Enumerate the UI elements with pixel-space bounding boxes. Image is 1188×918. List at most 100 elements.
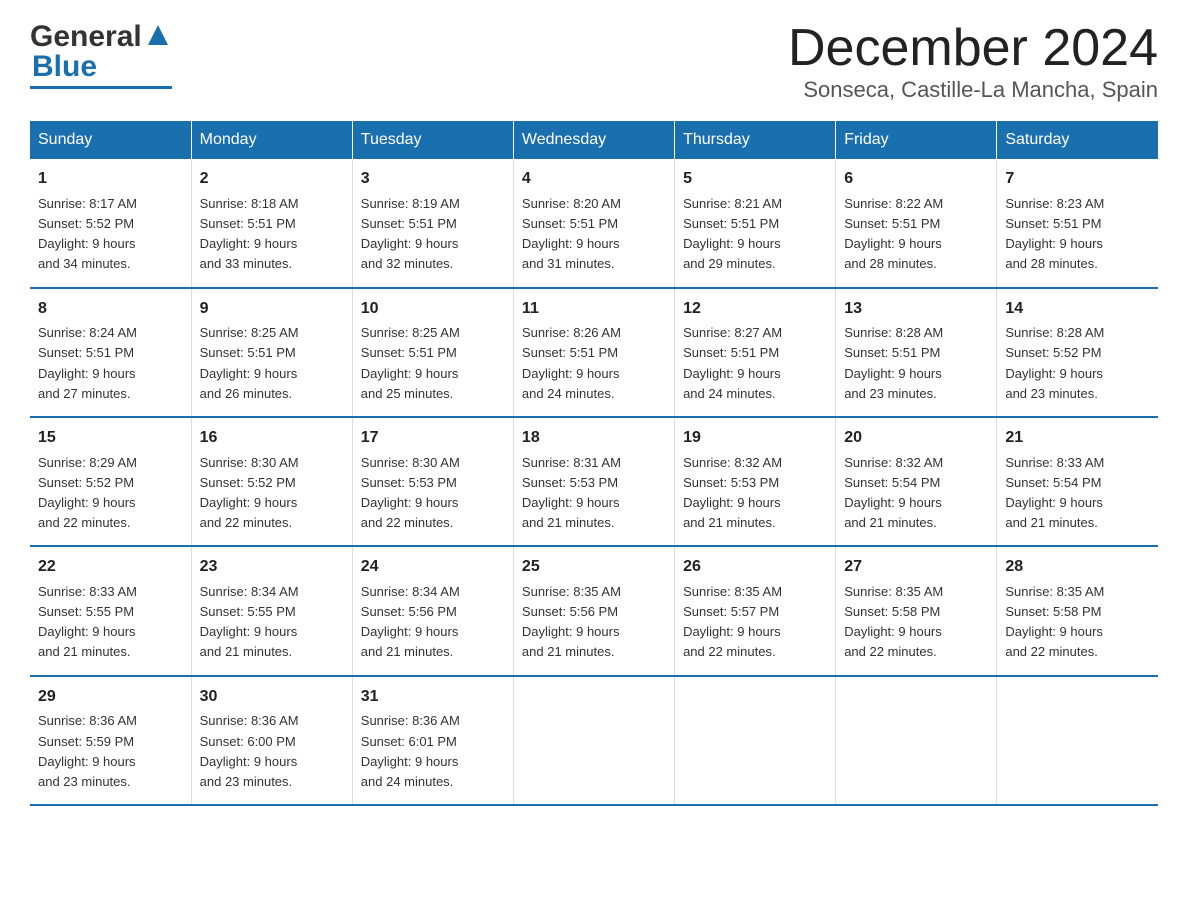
day-info: Sunrise: 8:22 AMSunset: 5:51 PMDaylight:… (844, 196, 943, 271)
page-header: General Blue December 2024 Sonseca, Cast… (30, 20, 1158, 103)
day-info: Sunrise: 8:17 AMSunset: 5:52 PMDaylight:… (38, 196, 137, 271)
location-title: Sonseca, Castille-La Mancha, Spain (788, 77, 1158, 103)
calendar-cell: 4 Sunrise: 8:20 AMSunset: 5:51 PMDaylight… (513, 159, 674, 287)
day-number: 22 (38, 555, 183, 580)
day-number: 30 (200, 685, 344, 710)
calendar-cell: 1 Sunrise: 8:17 AMSunset: 5:52 PMDaylight… (30, 159, 191, 287)
day-info: Sunrise: 8:31 AMSunset: 5:53 PMDaylight:… (522, 455, 621, 530)
day-number: 19 (683, 426, 827, 451)
logo-blue: Blue (32, 50, 97, 84)
day-info: Sunrise: 8:19 AMSunset: 5:51 PMDaylight:… (361, 196, 460, 271)
calendar-cell (836, 676, 997, 805)
calendar-table: SundayMondayTuesdayWednesdayThursdayFrid… (30, 121, 1158, 806)
day-info: Sunrise: 8:36 AMSunset: 6:01 PMDaylight:… (361, 713, 460, 788)
calendar-cell: 19 Sunrise: 8:32 AMSunset: 5:53 PMDayligh… (675, 417, 836, 546)
day-number: 13 (844, 297, 988, 322)
day-number: 5 (683, 167, 827, 192)
day-info: Sunrise: 8:30 AMSunset: 5:53 PMDaylight:… (361, 455, 460, 530)
calendar-cell: 6 Sunrise: 8:22 AMSunset: 5:51 PMDaylight… (836, 159, 997, 287)
day-number: 16 (200, 426, 344, 451)
calendar-cell: 28 Sunrise: 8:35 AMSunset: 5:58 PMDayligh… (997, 546, 1158, 675)
day-number: 26 (683, 555, 827, 580)
calendar-cell: 20Sunrise: 8:32 AMSunset: 5:54 PMDayligh… (836, 417, 997, 546)
calendar-cell: 29 Sunrise: 8:36 AMSunset: 5:59 PMDayligh… (30, 676, 191, 805)
day-number: 6 (844, 167, 988, 192)
day-number: 28 (1005, 555, 1150, 580)
day-info: Sunrise: 8:34 AMSunset: 5:55 PMDaylight:… (200, 584, 299, 659)
day-info: Sunrise: 8:35 AMSunset: 5:56 PMDaylight:… (522, 584, 621, 659)
day-number: 23 (200, 555, 344, 580)
day-info: Sunrise: 8:25 AMSunset: 5:51 PMDaylight:… (361, 325, 460, 400)
calendar-cell (675, 676, 836, 805)
calendar-week-row: 22 Sunrise: 8:33 AMSunset: 5:55 PMDayligh… (30, 546, 1158, 675)
day-number: 8 (38, 297, 183, 322)
day-info: Sunrise: 8:28 AMSunset: 5:52 PMDaylight:… (1005, 325, 1104, 400)
calendar-cell: 31 Sunrise: 8:36 AMSunset: 6:01 PMDayligh… (352, 676, 513, 805)
calendar-week-row: 15Sunrise: 8:29 AMSunset: 5:52 PMDayligh… (30, 417, 1158, 546)
day-info: Sunrise: 8:24 AMSunset: 5:51 PMDaylight:… (38, 325, 137, 400)
day-info: Sunrise: 8:28 AMSunset: 5:51 PMDaylight:… (844, 325, 943, 400)
day-info: Sunrise: 8:23 AMSunset: 5:51 PMDaylight:… (1005, 196, 1104, 271)
calendar-week-row: 29 Sunrise: 8:36 AMSunset: 5:59 PMDayligh… (30, 676, 1158, 805)
calendar-cell: 24Sunrise: 8:34 AMSunset: 5:56 PMDayligh… (352, 546, 513, 675)
calendar-cell: 5Sunrise: 8:21 AMSunset: 5:51 PMDaylight… (675, 159, 836, 287)
day-info: Sunrise: 8:29 AMSunset: 5:52 PMDaylight:… (38, 455, 137, 530)
day-info: Sunrise: 8:20 AMSunset: 5:51 PMDaylight:… (522, 196, 621, 271)
calendar-cell (997, 676, 1158, 805)
day-number: 2 (200, 167, 344, 192)
day-info: Sunrise: 8:35 AMSunset: 5:57 PMDaylight:… (683, 584, 782, 659)
day-info: Sunrise: 8:26 AMSunset: 5:51 PMDaylight:… (522, 325, 621, 400)
calendar-cell: 12 Sunrise: 8:27 AMSunset: 5:51 PMDayligh… (675, 288, 836, 417)
day-info: Sunrise: 8:30 AMSunset: 5:52 PMDaylight:… (200, 455, 299, 530)
calendar-cell: 13 Sunrise: 8:28 AMSunset: 5:51 PMDayligh… (836, 288, 997, 417)
day-number: 17 (361, 426, 505, 451)
day-number: 4 (522, 167, 666, 192)
day-info: Sunrise: 8:33 AMSunset: 5:55 PMDaylight:… (38, 584, 137, 659)
calendar-cell: 18 Sunrise: 8:31 AMSunset: 5:53 PMDayligh… (513, 417, 674, 546)
day-info: Sunrise: 8:33 AMSunset: 5:54 PMDaylight:… (1005, 455, 1104, 530)
calendar-cell: 7 Sunrise: 8:23 AMSunset: 5:51 PMDaylight… (997, 159, 1158, 287)
weekday-header-sunday: Sunday (30, 121, 191, 159)
day-number: 9 (200, 297, 344, 322)
calendar-cell: 25Sunrise: 8:35 AMSunset: 5:56 PMDayligh… (513, 546, 674, 675)
day-info: Sunrise: 8:18 AMSunset: 5:51 PMDaylight:… (200, 196, 299, 271)
calendar-cell: 3Sunrise: 8:19 AMSunset: 5:51 PMDaylight… (352, 159, 513, 287)
day-number: 21 (1005, 426, 1150, 451)
calendar-cell: 22 Sunrise: 8:33 AMSunset: 5:55 PMDayligh… (30, 546, 191, 675)
calendar-cell (513, 676, 674, 805)
calendar-cell: 30Sunrise: 8:36 AMSunset: 6:00 PMDayligh… (191, 676, 352, 805)
day-number: 7 (1005, 167, 1150, 192)
day-number: 27 (844, 555, 988, 580)
day-number: 18 (522, 426, 666, 451)
day-number: 10 (361, 297, 505, 322)
day-number: 11 (522, 297, 666, 322)
calendar-week-row: 8 Sunrise: 8:24 AMSunset: 5:51 PMDaylight… (30, 288, 1158, 417)
calendar-cell: 27 Sunrise: 8:35 AMSunset: 5:58 PMDayligh… (836, 546, 997, 675)
calendar-cell: 21 Sunrise: 8:33 AMSunset: 5:54 PMDayligh… (997, 417, 1158, 546)
day-info: Sunrise: 8:35 AMSunset: 5:58 PMDaylight:… (844, 584, 943, 659)
calendar-cell: 15Sunrise: 8:29 AMSunset: 5:52 PMDayligh… (30, 417, 191, 546)
day-number: 24 (361, 555, 505, 580)
day-info: Sunrise: 8:35 AMSunset: 5:58 PMDaylight:… (1005, 584, 1104, 659)
logo-underline (30, 86, 172, 89)
title-block: December 2024 Sonseca, Castille-La Manch… (788, 20, 1158, 103)
day-info: Sunrise: 8:32 AMSunset: 5:53 PMDaylight:… (683, 455, 782, 530)
logo-triangle-icon (144, 21, 172, 49)
day-number: 29 (38, 685, 183, 710)
day-number: 31 (361, 685, 505, 710)
calendar-cell: 14Sunrise: 8:28 AMSunset: 5:52 PMDayligh… (997, 288, 1158, 417)
weekday-header-tuesday: Tuesday (352, 121, 513, 159)
calendar-cell: 17 Sunrise: 8:30 AMSunset: 5:53 PMDayligh… (352, 417, 513, 546)
day-info: Sunrise: 8:27 AMSunset: 5:51 PMDaylight:… (683, 325, 782, 400)
weekday-header-row: SundayMondayTuesdayWednesdayThursdayFrid… (30, 121, 1158, 159)
weekday-header-wednesday: Wednesday (513, 121, 674, 159)
weekday-header-friday: Friday (836, 121, 997, 159)
day-number: 1 (38, 167, 183, 192)
weekday-header-thursday: Thursday (675, 121, 836, 159)
calendar-cell: 16 Sunrise: 8:30 AMSunset: 5:52 PMDayligh… (191, 417, 352, 546)
calendar-cell: 9Sunrise: 8:25 AMSunset: 5:51 PMDaylight… (191, 288, 352, 417)
day-info: Sunrise: 8:36 AMSunset: 5:59 PMDaylight:… (38, 713, 137, 788)
day-number: 12 (683, 297, 827, 322)
calendar-week-row: 1 Sunrise: 8:17 AMSunset: 5:52 PMDaylight… (30, 159, 1158, 287)
calendar-cell: 2 Sunrise: 8:18 AMSunset: 5:51 PMDaylight… (191, 159, 352, 287)
